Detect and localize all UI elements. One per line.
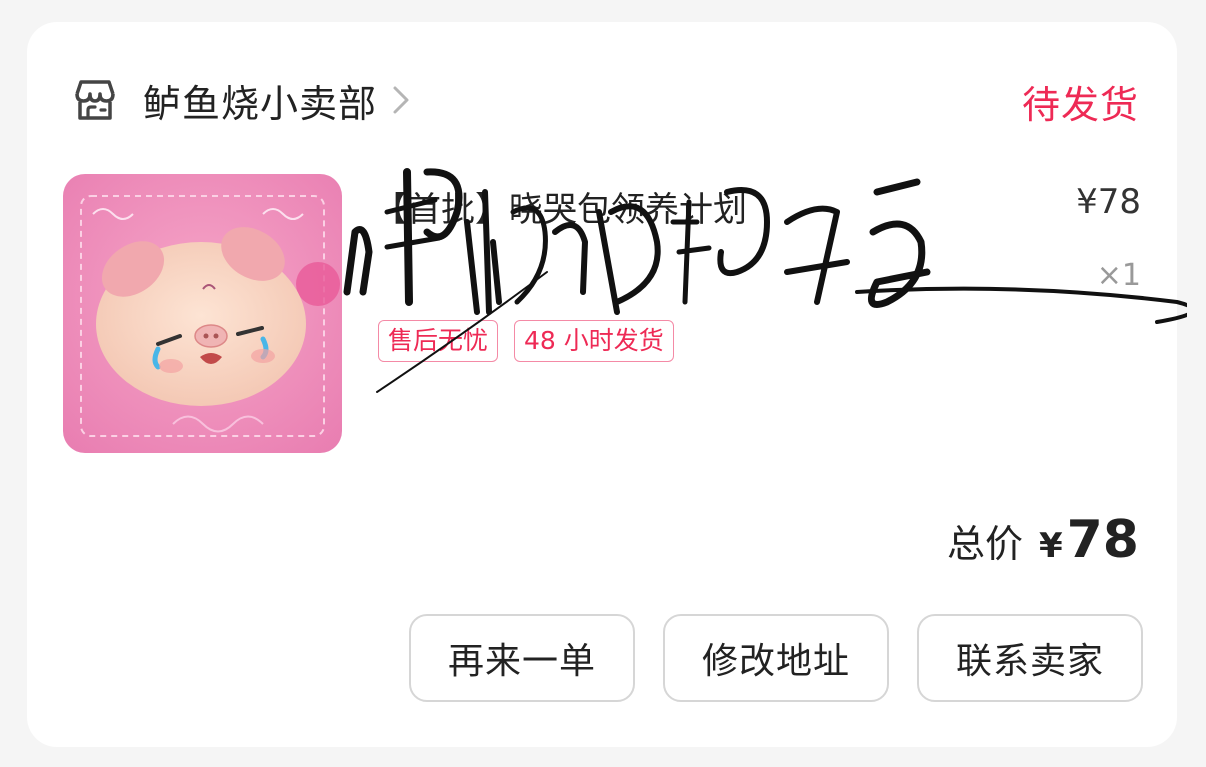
total-price: 总价 ¥ 78	[947, 510, 1139, 570]
order-card: 鲈鱼烧小卖部 待发货 【首批】晓哭包领养计划 ¥78 ×1 售后无忧 48 小时…	[27, 22, 1195, 747]
product-title[interactable]: 【首批】晓哭包领养计划	[373, 182, 747, 231]
reorder-button[interactable]: 再来一单	[409, 614, 635, 702]
order-status: 待发货	[1021, 83, 1139, 127]
total-value: 78	[1066, 510, 1139, 570]
service-tags: 售后无忧 48 小时发货	[378, 320, 674, 362]
unit-price: ¥78	[1076, 182, 1141, 222]
store-icon	[69, 74, 121, 126]
quantity: ×1	[1096, 258, 1141, 293]
total-currency: ¥	[1038, 526, 1063, 566]
tag-after-sales: 售后无忧	[378, 320, 499, 362]
order-actions: 再来一单 修改地址 联系卖家	[409, 614, 1143, 702]
contact-seller-button[interactable]: 联系卖家	[917, 614, 1143, 702]
chevron-right-icon	[389, 82, 413, 118]
tag-shipping-48h: 48 小时发货	[514, 320, 674, 362]
shop-name: 鲈鱼烧小卖部	[143, 81, 378, 126]
shop-header[interactable]: 鲈鱼烧小卖部	[69, 72, 413, 128]
total-label: 总价	[946, 522, 1023, 566]
edit-address-button[interactable]: 修改地址	[663, 614, 889, 702]
product-image[interactable]	[63, 174, 342, 453]
